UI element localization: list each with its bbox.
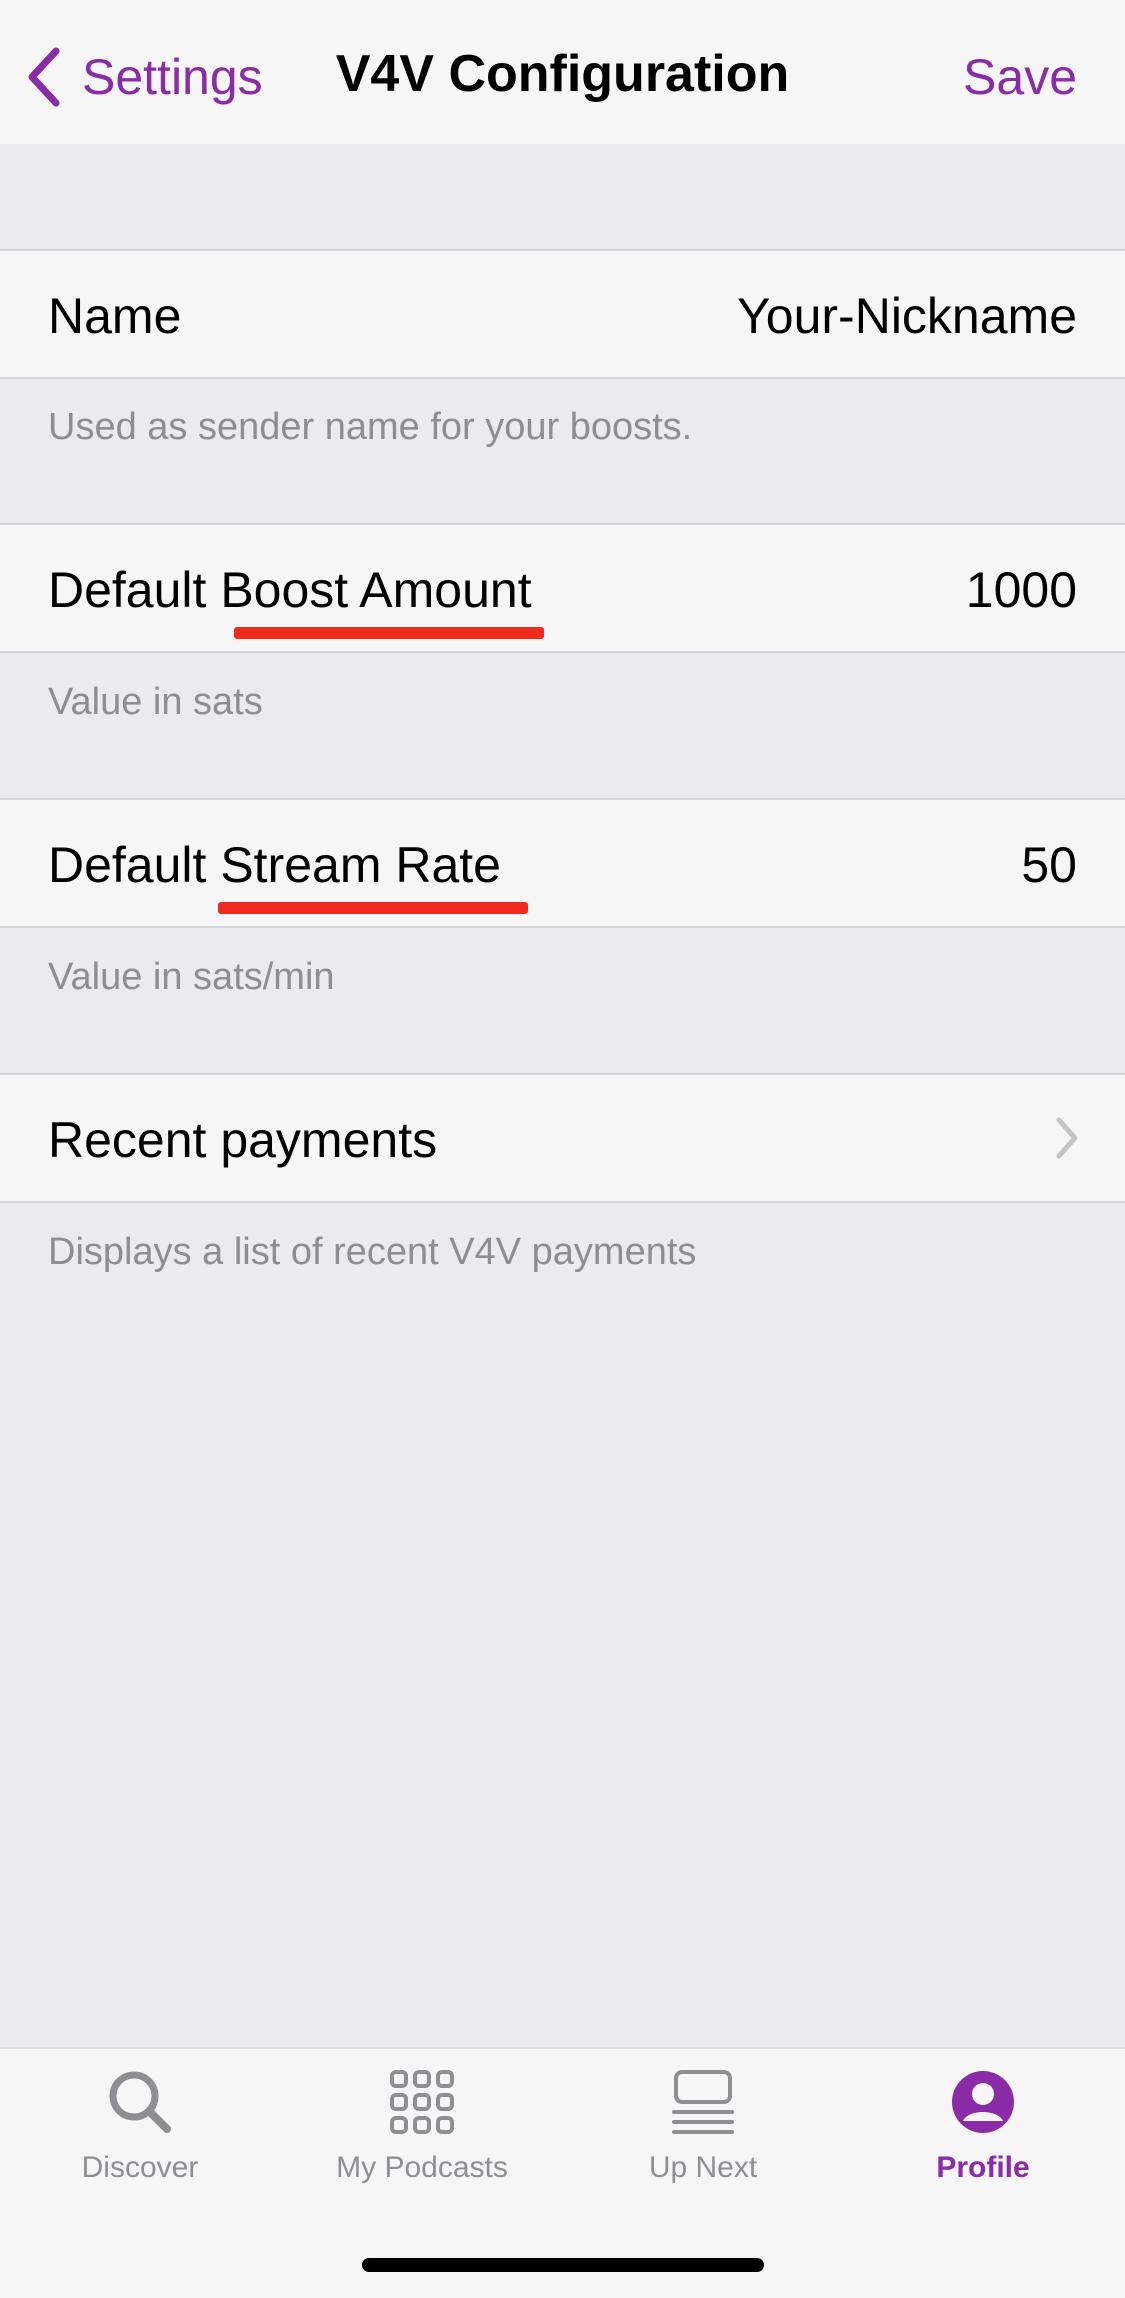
tab-profile[interactable]: Profile: [873, 2067, 1093, 2227]
back-button[interactable]: Settings: [24, 42, 263, 112]
boost-amount-row[interactable]: Default Boost Amount 1000: [0, 523, 1125, 653]
name-label: Name: [48, 288, 182, 344]
stream-rate-label: Default Stream Rate: [48, 837, 501, 893]
chevron-left-icon: [28, 47, 60, 107]
up-next-icon: [672, 2070, 734, 2134]
recent-payments-label: Recent payments: [48, 1112, 438, 1168]
tab-up-next-label: Up Next: [648, 2151, 758, 2184]
home-indicator[interactable]: [362, 2258, 764, 2272]
stream-rate-field[interactable]: 50: [1021, 836, 1077, 894]
search-icon: [109, 2071, 171, 2133]
tab-my-podcasts[interactable]: My Podcasts: [312, 2067, 532, 2227]
boost-amount-field[interactable]: 1000: [966, 561, 1077, 619]
tab-up-next[interactable]: Up Next: [593, 2067, 813, 2227]
save-button[interactable]: Save: [963, 48, 1077, 106]
name-row[interactable]: Name Your-Nickname: [0, 249, 1125, 379]
boost-amount-label: Default Boost Amount: [48, 562, 532, 618]
tab-profile-label: Profile: [936, 2151, 1030, 2184]
recent-payments-row[interactable]: Recent payments: [0, 1073, 1125, 1203]
annotation-underline-stream: [218, 902, 528, 914]
stream-rate-footer: Value in sats/min: [48, 956, 335, 998]
boost-amount-footer: Value in sats: [48, 681, 263, 723]
profile-icon: [952, 2071, 1014, 2133]
navigation-bar: Settings V4V Configuration Save: [0, 0, 1125, 144]
annotation-underline-boost: [234, 627, 544, 639]
name-footer: Used as sender name for your boosts.: [48, 406, 693, 448]
chevron-right-icon: [1056, 1117, 1078, 1159]
stream-rate-row[interactable]: Default Stream Rate 50: [0, 798, 1125, 928]
back-button-label: Settings: [82, 49, 263, 105]
tab-discover-label: Discover: [81, 2151, 199, 2184]
grid-icon: [390, 2070, 454, 2134]
recent-payments-footer: Displays a list of recent V4V payments: [48, 1231, 697, 1273]
name-field[interactable]: Your-Nickname: [737, 287, 1077, 345]
tab-my-podcasts-label: My Podcasts: [336, 2151, 508, 2184]
tab-discover[interactable]: Discover: [30, 2067, 250, 2227]
